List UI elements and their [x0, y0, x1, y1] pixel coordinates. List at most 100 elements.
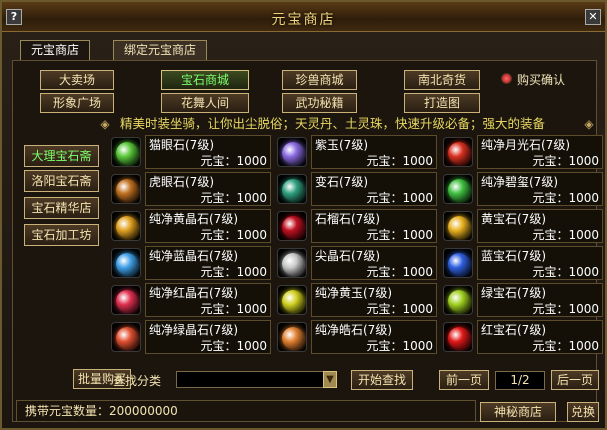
item-name: 猫眼石(7级) [149, 138, 214, 152]
gem-icon[interactable] [277, 211, 307, 241]
shop-item[interactable]: 石榴石(7级) 元宝：1000 [275, 208, 437, 244]
window-title: 元宝商店 [271, 12, 336, 28]
item-name: 纯净月光石(7级) [481, 138, 570, 152]
item-name: 纯净黄晶石(7级) [149, 212, 238, 226]
shop-item[interactable]: 猫眼石(7级) 元宝：1000 [109, 134, 271, 170]
mystery-shop-button[interactable]: 神秘商店 [480, 402, 556, 422]
gem-icon[interactable] [443, 248, 473, 278]
category-button[interactable]: 打造图 [404, 93, 480, 113]
gem-shape [116, 216, 138, 238]
carry-label: 携带元宝数量： [25, 404, 110, 418]
item-price: 元宝：1000 [532, 339, 599, 353]
gem-shape [116, 142, 138, 164]
shop-item[interactable]: 纯净黄玉(7级) 元宝：1000 [275, 282, 437, 318]
gem-shape [282, 179, 304, 201]
shop-item[interactable]: 变石(7级) 元宝：1000 [275, 171, 437, 207]
category-button[interactable]: 南北奇货 [404, 70, 480, 90]
shop-item[interactable]: 纯净碧玺(7级) 元宝：1000 [441, 171, 603, 207]
item-price: 元宝：1000 [200, 339, 267, 353]
gem-icon[interactable] [277, 285, 307, 315]
category-button[interactable]: 形象广场 [40, 93, 114, 113]
item-price: 元宝：1000 [200, 302, 267, 316]
gem-icon[interactable] [111, 248, 141, 278]
item-name: 蓝宝石(7级) [481, 249, 546, 263]
gem-shape [282, 253, 304, 275]
next-page-button[interactable]: 后一页 [551, 370, 599, 390]
gem-shape [448, 216, 470, 238]
gem-icon[interactable] [277, 248, 307, 278]
gem-shape [448, 253, 470, 275]
gem-icon[interactable] [111, 285, 141, 315]
item-grid: 猫眼石(7级) 元宝：1000 紫玉(7级) 元宝：1000 纯净月光石(7级) 元宝：1… [109, 134, 603, 358]
item-price: 元宝：1000 [366, 265, 433, 279]
item-name: 尖晶石(7级) [315, 249, 380, 263]
item-price: 元宝：1000 [532, 191, 599, 205]
shop-item[interactable]: 纯净月光石(7级) 元宝：1000 [441, 134, 603, 170]
category-button[interactable]: 武功秘籍 [282, 93, 357, 113]
item-price: 元宝：1000 [200, 154, 267, 168]
item-price: 元宝：1000 [366, 154, 433, 168]
gem-shape [448, 142, 470, 164]
gem-icon[interactable] [111, 211, 141, 241]
gem-icon[interactable] [277, 322, 307, 352]
gem-shape [448, 290, 470, 312]
gem-shape [282, 290, 304, 312]
purchase-confirm-label: 购买确认 [517, 73, 566, 87]
item-name: 红宝石(7级) [481, 323, 546, 337]
category-button[interactable]: 宝石商城 [161, 70, 249, 90]
title-bar[interactable]: ? 元宝商店 ✕ [2, 2, 605, 32]
shop-window: ? 元宝商店 ✕ 元宝商店 绑定元宝商店 大卖场 宝石商城 珍兽商城 南北奇货 … [0, 0, 607, 430]
page-indicator: 1/2 [495, 371, 545, 390]
side-nav-workshop[interactable]: 宝石加工坊 [24, 224, 99, 246]
item-name: 绿宝石(7级) [481, 286, 546, 300]
exchange-button[interactable]: 兑换 [567, 402, 599, 422]
shop-item[interactable]: 纯净红晶石(7级) 元宝：1000 [109, 282, 271, 318]
gem-shape [282, 216, 304, 238]
item-price: 元宝：1000 [532, 154, 599, 168]
shop-item[interactable]: 纯净黄晶石(7级) 元宝：1000 [109, 208, 271, 244]
side-nav-luoyang[interactable]: 洛阳宝石斋 [24, 170, 99, 192]
category-button[interactable]: 花舞人间 [161, 93, 249, 113]
shop-item[interactable]: 红宝石(7级) 元宝：1000 [441, 319, 603, 355]
gem-icon[interactable] [111, 322, 141, 352]
prev-page-button[interactable]: 前一页 [439, 370, 489, 390]
shop-item[interactable]: 蓝宝石(7级) 元宝：1000 [441, 245, 603, 281]
item-price: 元宝：1000 [532, 265, 599, 279]
gem-icon[interactable] [277, 174, 307, 204]
shop-item[interactable]: 纯净绿晶石(7级) 元宝：1000 [109, 319, 271, 355]
chevron-down-icon[interactable]: ▼ [323, 371, 337, 388]
gem-icon[interactable] [277, 137, 307, 167]
category-button[interactable]: 珍兽商城 [282, 70, 357, 90]
ornament-left-icon: ◈ [100, 117, 110, 131]
shop-item[interactable]: 纯净蓝晶石(7级) 元宝：1000 [109, 245, 271, 281]
item-name: 纯净黄玉(7级) [315, 286, 392, 300]
gem-icon[interactable] [111, 174, 141, 204]
gem-icon[interactable] [111, 137, 141, 167]
item-name: 纯净碧玺(7级) [481, 175, 558, 189]
gem-icon[interactable] [443, 174, 473, 204]
gem-icon[interactable] [443, 285, 473, 315]
side-nav-dali[interactable]: 大理宝石斋 [24, 145, 99, 167]
shop-item[interactable]: 绿宝石(7级) 元宝：1000 [441, 282, 603, 318]
close-button[interactable]: ✕ [585, 9, 601, 25]
start-search-button[interactable]: 开始查找 [351, 370, 413, 390]
category-button[interactable]: 大卖场 [40, 70, 114, 90]
gem-shape [448, 327, 470, 349]
category-select[interactable] [176, 371, 324, 388]
shop-item[interactable]: 尖晶石(7级) 元宝：1000 [275, 245, 437, 281]
shop-item[interactable]: 紫玉(7级) 元宝：1000 [275, 134, 437, 170]
item-name: 虎眼石(7级) [149, 175, 214, 189]
tab-bound-yuanbao-shop[interactable]: 绑定元宝商店 [113, 40, 208, 61]
side-nav-essence[interactable]: 宝石精华店 [24, 197, 99, 219]
purchase-confirm-radio[interactable] [501, 73, 512, 84]
shop-item[interactable]: 黄宝石(7级) 元宝：1000 [441, 208, 603, 244]
gem-icon[interactable] [443, 211, 473, 241]
gem-icon[interactable] [443, 322, 473, 352]
shop-item[interactable]: 纯净皓石(7级) 元宝：1000 [275, 319, 437, 355]
item-name: 纯净蓝晶石(7级) [149, 249, 238, 263]
item-price: 元宝：1000 [366, 302, 433, 316]
tab-yuanbao-shop[interactable]: 元宝商店 [20, 40, 91, 61]
gem-icon[interactable] [443, 137, 473, 167]
item-name: 纯净皓石(7级) [315, 323, 392, 337]
shop-item[interactable]: 虎眼石(7级) 元宝：1000 [109, 171, 271, 207]
